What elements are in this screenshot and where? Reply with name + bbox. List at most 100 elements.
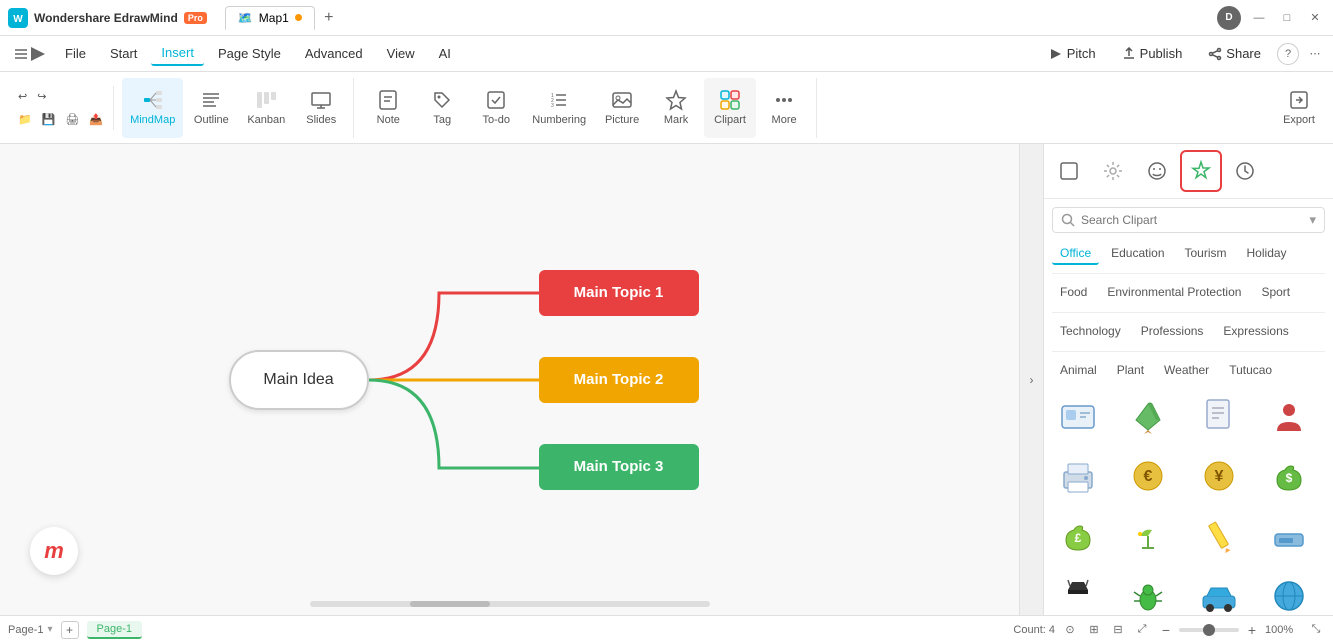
menu-file[interactable]: File <box>55 42 96 65</box>
settings-button[interactable]: ⋯ <box>1305 44 1325 64</box>
clipart-item-desk-lamp[interactable] <box>1122 510 1174 562</box>
page-dropdown-icon[interactable]: ▾ <box>47 624 52 635</box>
sidebar-toggle[interactable] <box>8 43 51 65</box>
zoom-in-button[interactable]: + <box>1243 621 1261 639</box>
clipart-item-globe[interactable] <box>1263 570 1315 615</box>
svg-text:€: € <box>1144 468 1153 485</box>
more-tool[interactable]: More <box>758 78 810 138</box>
clipart-item-pound-bag[interactable]: £ <box>1052 510 1104 562</box>
save-button[interactable]: 💾 <box>38 109 60 130</box>
mindmap-tool[interactable]: MindMap <box>122 78 183 138</box>
panel-emoji-icon[interactable] <box>1136 150 1178 192</box>
numbering-tool[interactable]: 123 Numbering <box>524 78 594 138</box>
note-tool[interactable]: Note <box>362 78 414 138</box>
search-dropdown-icon[interactable]: ▾ <box>1309 212 1316 228</box>
panel-sparkle-icon[interactable] <box>1092 150 1134 192</box>
canvas-scrollbar-thumb[interactable] <box>410 601 490 607</box>
help-button[interactable]: ? <box>1277 43 1299 65</box>
zoom-slider[interactable] <box>1179 628 1239 632</box>
todo-tool[interactable]: To-do <box>470 78 522 138</box>
kanban-tool[interactable]: Kanban <box>239 78 293 138</box>
undo-button[interactable]: ↩ <box>14 86 31 107</box>
menu-ai[interactable]: AI <box>429 42 461 65</box>
export-button[interactable]: Export <box>1273 78 1325 138</box>
menu-view[interactable]: View <box>377 42 425 65</box>
clipart-item-document[interactable] <box>1193 390 1245 442</box>
cat-sport[interactable]: Sport <box>1253 282 1298 304</box>
clipart-item-printer[interactable] <box>1052 450 1104 502</box>
menu-insert[interactable]: Insert <box>151 41 204 66</box>
fit-screen-icon[interactable]: ⊙ <box>1061 621 1079 639</box>
slides-tool[interactable]: Slides <box>295 78 347 138</box>
layout-icon-2[interactable]: ⊟ <box>1109 621 1127 639</box>
publish-button[interactable]: Publish <box>1112 42 1193 65</box>
cat-food[interactable]: Food <box>1052 282 1095 304</box>
menu-advanced[interactable]: Advanced <box>295 42 373 65</box>
panel-clipart-icon[interactable] <box>1180 150 1222 192</box>
cat-tutucao[interactable]: Tutucao <box>1221 360 1280 382</box>
cat-env-protection[interactable]: Environmental Protection <box>1099 282 1249 304</box>
topic-1-node[interactable]: Main Topic 1 <box>539 270 699 316</box>
zoom-slider-thumb[interactable] <box>1203 624 1215 636</box>
clipart-item-person[interactable] <box>1263 390 1315 442</box>
clipart-search-input[interactable] <box>1081 213 1303 227</box>
clipart-item-bug[interactable] <box>1122 570 1174 615</box>
tab-add-button[interactable]: + <box>317 6 341 30</box>
clipart-search-box: ▾ <box>1052 207 1325 233</box>
share-button[interactable]: Share <box>1198 42 1271 65</box>
tag-label: Tag <box>433 114 451 126</box>
maximize-button[interactable]: □ <box>1277 8 1297 28</box>
panel-shape-icon[interactable] <box>1048 150 1090 192</box>
main-idea-node[interactable]: Main Idea <box>229 350 369 410</box>
page-tab-label-left[interactable]: Page-1 <box>8 624 43 636</box>
topic-2-node[interactable]: Main Topic 2 <box>539 357 699 403</box>
clipart-item-stapler[interactable] <box>1263 510 1315 562</box>
clipart-item-pen[interactable] <box>1122 390 1174 442</box>
clipart-item-yen[interactable]: ¥ <box>1193 450 1245 502</box>
fullscreen-icon[interactable]: ⤢ <box>1133 621 1151 639</box>
page-add-button[interactable]: + <box>61 621 79 639</box>
cat-animal[interactable]: Animal <box>1052 360 1105 382</box>
cat-holiday[interactable]: Holiday <box>1239 243 1295 265</box>
clipart-item-binder-clip[interactable] <box>1052 570 1104 615</box>
tag-tool[interactable]: Tag <box>416 78 468 138</box>
clipart-item-euro[interactable]: € <box>1122 450 1174 502</box>
open-button[interactable]: 📁 <box>14 109 36 130</box>
pitch-button[interactable]: Pitch <box>1039 42 1106 65</box>
clipart-item-id-card[interactable] <box>1052 390 1104 442</box>
clipart-tool[interactable]: Clipart <box>704 78 756 138</box>
cat-technology[interactable]: Technology <box>1052 321 1129 343</box>
cat-weather[interactable]: Weather <box>1156 360 1217 382</box>
cat-tourism[interactable]: Tourism <box>1177 243 1235 265</box>
clipart-item-pencil[interactable] <box>1193 510 1245 562</box>
cat-professions[interactable]: Professions <box>1133 321 1212 343</box>
mark-tool[interactable]: Mark <box>650 78 702 138</box>
tab-map1[interactable]: 🗺️ Map1 <box>225 6 315 30</box>
canvas[interactable]: Main Idea Main Topic 1 Main Topic 2 Main… <box>0 144 1019 615</box>
canvas-scrollbar[interactable] <box>310 601 710 607</box>
menu-page-style[interactable]: Page Style <box>208 42 291 65</box>
redo-button[interactable]: ↪ <box>33 86 50 107</box>
export-small-button[interactable]: 📤 <box>85 109 107 130</box>
print-button[interactable]: 🖨 <box>61 109 83 130</box>
outline-tool[interactable]: Outline <box>185 78 237 138</box>
clipart-item-moneybag[interactable]: $ <box>1263 450 1315 502</box>
cat-office[interactable]: Office <box>1052 243 1099 265</box>
panel-collapse-button[interactable]: › <box>1019 144 1043 615</box>
search-icon <box>1061 213 1075 227</box>
zoom-out-button[interactable]: − <box>1157 621 1175 639</box>
panel-clock-icon[interactable] <box>1224 150 1266 192</box>
current-page-tab[interactable]: Page-1 <box>87 621 142 639</box>
cat-plant[interactable]: Plant <box>1109 360 1152 382</box>
close-button[interactable]: ✕ <box>1305 8 1325 28</box>
cat-education[interactable]: Education <box>1103 243 1172 265</box>
cat-expressions[interactable]: Expressions <box>1215 321 1296 343</box>
menu-start[interactable]: Start <box>100 42 147 65</box>
expand-icon[interactable]: ⤡ <box>1307 621 1325 639</box>
layout-icon-1[interactable]: ⊞ <box>1085 621 1103 639</box>
topic-3-node[interactable]: Main Topic 3 <box>539 444 699 490</box>
avatar[interactable]: D <box>1217 6 1241 30</box>
clipart-item-car[interactable] <box>1193 570 1245 615</box>
picture-tool[interactable]: Picture <box>596 78 648 138</box>
minimize-button[interactable]: — <box>1249 8 1269 28</box>
